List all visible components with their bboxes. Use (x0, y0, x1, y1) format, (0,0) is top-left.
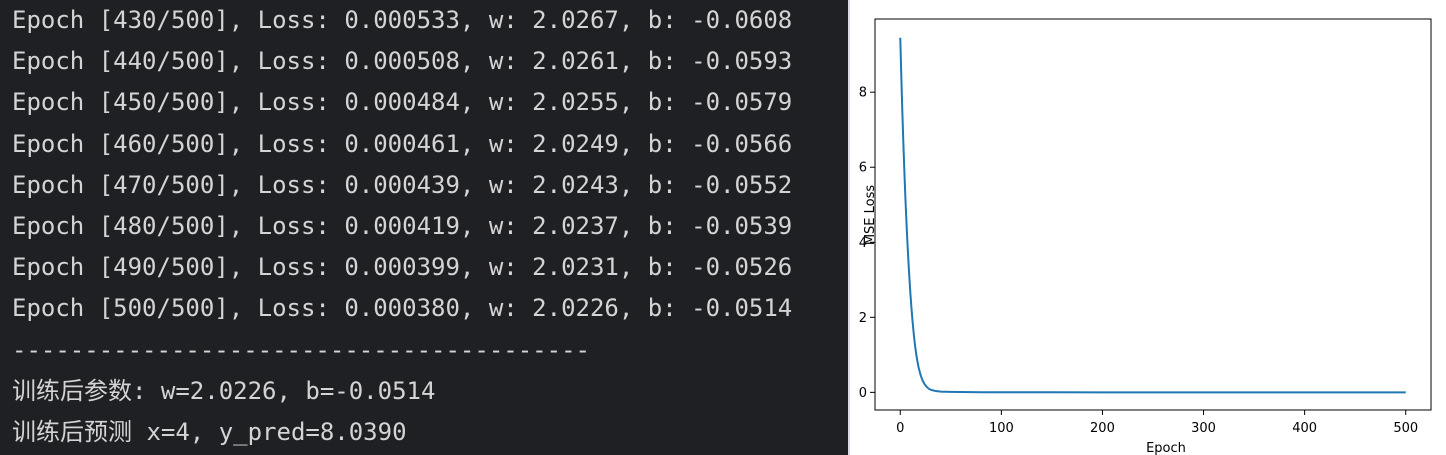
y-tick-label: 8 (859, 86, 867, 101)
y-tick-label: 6 (859, 161, 867, 176)
terminal-line: Epoch [500/500], Loss: 0.000380, w: 2.02… (12, 294, 793, 323)
terminal-line: Epoch [450/500], Loss: 0.000484, w: 2.02… (12, 88, 793, 117)
y-tick-label: 0 (859, 386, 867, 401)
terminal-prediction-line: 训练后预测 x=4, y_pred=8.0390 (12, 417, 407, 446)
terminal-line: Epoch [480/500], Loss: 0.000419, w: 2.02… (12, 211, 793, 240)
terminal-output-panel[interactable]: Epoch [430/500], Loss: 0.000533, w: 2.02… (0, 0, 848, 455)
terminal-line: Epoch [490/500], Loss: 0.000399, w: 2.02… (12, 253, 793, 282)
x-tick-label: 500 (1393, 421, 1418, 436)
app-window: Epoch [430/500], Loss: 0.000533, w: 2.02… (0, 0, 1446, 455)
y-tick-label: 2 (859, 311, 867, 326)
x-axis-label: Epoch (1146, 441, 1186, 455)
terminal-line: Epoch [430/500], Loss: 0.000533, w: 2.02… (12, 6, 793, 34)
loss-chart: 0 100 200 300 400 500 02468 Epoch MSE Loss (859, 18, 1432, 455)
terminal-line: Epoch [470/500], Loss: 0.000439, w: 2.02… (12, 170, 793, 199)
plot-panel: 0 100 200 300 400 500 02468 Epoch MSE Loss (850, 0, 1446, 455)
terminal-params-line: 训练后参数: w=2.0226, b=-0.0514 (12, 376, 436, 405)
x-tick-label: 400 (1292, 421, 1317, 436)
terminal-lines: Epoch [430/500], Loss: 0.000533, w: 2.02… (12, 0, 792, 453)
x-tick-label: 100 (989, 421, 1014, 436)
terminal-line: Epoch [440/500], Loss: 0.000508, w: 2.02… (12, 47, 793, 76)
terminal-line: Epoch [460/500], Loss: 0.000461, w: 2.02… (12, 129, 793, 158)
x-tick-label: 300 (1191, 421, 1216, 436)
plot-area-frame (874, 18, 1432, 411)
x-tick-label: 0 (896, 421, 904, 436)
x-tick-label: 200 (1090, 421, 1115, 436)
terminal-separator-line: ---------------------------------------- (12, 335, 590, 364)
x-axis-ticks: 0 100 200 300 400 500 (896, 410, 1418, 436)
y-axis-label: MSE Loss (863, 185, 878, 246)
